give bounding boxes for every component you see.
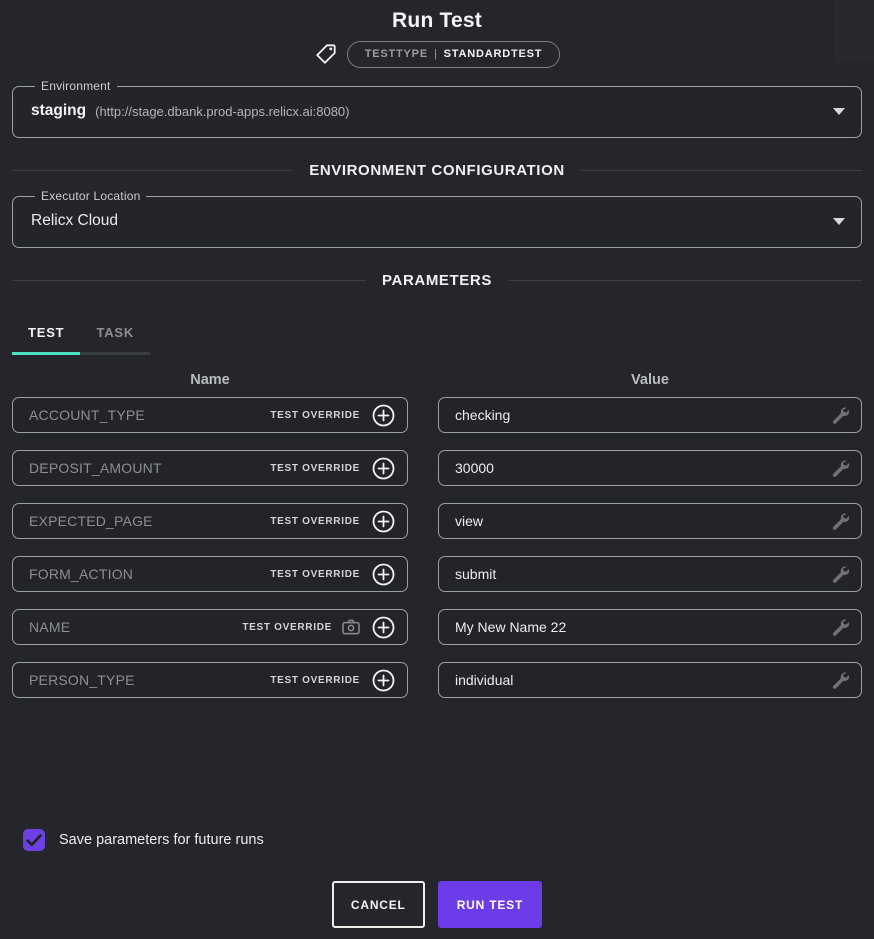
parameter-name: FORM_ACTION bbox=[29, 566, 133, 582]
add-override-icon[interactable] bbox=[372, 563, 395, 586]
add-override-icon[interactable] bbox=[372, 457, 395, 480]
parameter-value: 30000 bbox=[455, 460, 494, 476]
wrench-icon[interactable] bbox=[832, 460, 849, 477]
add-override-icon[interactable] bbox=[372, 616, 395, 639]
parameter-row: PERSON_TYPE TEST OVERRIDE individual bbox=[12, 662, 862, 698]
name-column-header: Name bbox=[12, 372, 408, 388]
wrench-icon[interactable] bbox=[832, 407, 849, 424]
tab-test[interactable]: TEST bbox=[12, 316, 80, 355]
environment-configuration-heading: ENVIRONMENT CONFIGURATION bbox=[309, 162, 565, 179]
chevron-down-icon bbox=[833, 108, 845, 115]
parameter-name: PERSON_TYPE bbox=[29, 672, 135, 688]
executor-location-select[interactable]: Executor Location Relicx Cloud bbox=[12, 189, 862, 248]
test-type-pill: TESTTYPE | STANDARDTEST bbox=[347, 41, 561, 68]
parameter-name: DEPOSIT_AMOUNT bbox=[29, 460, 162, 476]
parameters-tabs: TEST TASK bbox=[12, 316, 862, 355]
add-override-icon[interactable] bbox=[372, 404, 395, 427]
parameter-row: EXPECTED_PAGE TEST OVERRIDE view bbox=[12, 503, 862, 539]
test-type-label: TESTTYPE bbox=[365, 49, 428, 60]
override-badge: TEST OVERRIDE bbox=[242, 622, 332, 633]
parameter-value-input[interactable]: submit bbox=[438, 556, 862, 592]
override-badge: TEST OVERRIDE bbox=[270, 516, 360, 527]
executor-location-label: Executor Location bbox=[35, 189, 146, 203]
save-parameters-row: Save parameters for future runs bbox=[12, 829, 862, 851]
parameter-name: NAME bbox=[29, 619, 70, 635]
parameter-name: ACCOUNT_TYPE bbox=[29, 407, 145, 423]
environment-configuration-divider: ENVIRONMENT CONFIGURATION bbox=[12, 162, 862, 179]
wrench-icon[interactable] bbox=[832, 672, 849, 689]
override-badge: TEST OVERRIDE bbox=[270, 569, 360, 580]
value-column-header: Value bbox=[438, 372, 862, 388]
parameter-name-input[interactable]: ACCOUNT_TYPE TEST OVERRIDE bbox=[12, 397, 408, 433]
parameter-row: ACCOUNT_TYPE TEST OVERRIDE checking bbox=[12, 397, 862, 433]
executor-location-value: Relicx Cloud bbox=[31, 212, 118, 230]
parameter-value-input[interactable]: individual bbox=[438, 662, 862, 698]
parameter-rows: ACCOUNT_TYPE TEST OVERRIDE checking bbox=[12, 397, 862, 698]
parameter-value: view bbox=[455, 513, 483, 529]
chevron-down-icon bbox=[833, 218, 845, 225]
add-override-icon[interactable] bbox=[372, 510, 395, 533]
parameter-name-input[interactable]: NAME TEST OVERRIDE bbox=[12, 609, 408, 645]
table-headers: Name Value bbox=[12, 372, 862, 388]
test-type-value: STANDARDTEST bbox=[444, 49, 543, 60]
parameter-row: NAME TEST OVERRIDE bbox=[12, 609, 862, 645]
parameter-value-input[interactable]: 30000 bbox=[438, 450, 862, 486]
save-parameters-checkbox[interactable] bbox=[23, 829, 45, 851]
wrench-icon[interactable] bbox=[832, 566, 849, 583]
pill-separator: | bbox=[434, 49, 438, 60]
parameter-value-input[interactable]: checking bbox=[438, 397, 862, 433]
camera-icon[interactable] bbox=[342, 619, 360, 635]
parameter-name-input[interactable]: EXPECTED_PAGE TEST OVERRIDE bbox=[12, 503, 408, 539]
parameter-value: submit bbox=[455, 566, 496, 582]
parameter-name: EXPECTED_PAGE bbox=[29, 513, 153, 529]
parameter-value-input[interactable]: view bbox=[438, 503, 862, 539]
parameters-heading: PARAMETERS bbox=[382, 272, 492, 289]
parameter-value: checking bbox=[455, 407, 510, 423]
environment-url: (http://stage.dbank.prod-apps.relicx.ai:… bbox=[95, 104, 349, 119]
save-parameters-label: Save parameters for future runs bbox=[59, 832, 264, 848]
page-title: Run Test bbox=[12, 0, 862, 33]
tab-task[interactable]: TASK bbox=[80, 316, 150, 355]
parameters-divider: PARAMETERS bbox=[12, 272, 862, 289]
wrench-icon[interactable] bbox=[832, 619, 849, 636]
override-badge: TEST OVERRIDE bbox=[270, 463, 360, 474]
environment-label: Environment bbox=[35, 79, 117, 93]
override-badge: TEST OVERRIDE bbox=[270, 675, 360, 686]
environment-value: staging bbox=[31, 102, 86, 120]
parameter-name-input[interactable]: DEPOSIT_AMOUNT TEST OVERRIDE bbox=[12, 450, 408, 486]
run-test-dialog: Run Test TESTTYPE | STANDARDTEST Environ… bbox=[0, 0, 874, 928]
parameter-value-input[interactable]: My New Name 22 bbox=[438, 609, 862, 645]
parameter-row: FORM_ACTION TEST OVERRIDE submit bbox=[12, 556, 862, 592]
environment-select[interactable]: Environment staging (http://stage.dbank.… bbox=[12, 79, 862, 138]
parameter-name-input[interactable]: FORM_ACTION TEST OVERRIDE bbox=[12, 556, 408, 592]
run-test-button[interactable]: RUN TEST bbox=[438, 881, 542, 928]
cancel-button[interactable]: CANCEL bbox=[332, 881, 425, 928]
parameter-name-input[interactable]: PERSON_TYPE TEST OVERRIDE bbox=[12, 662, 408, 698]
parameter-row: DEPOSIT_AMOUNT TEST OVERRIDE 30000 bbox=[12, 450, 862, 486]
wrench-icon[interactable] bbox=[832, 513, 849, 530]
dialog-actions: CANCEL RUN TEST bbox=[12, 881, 862, 928]
test-type-badge-row: TESTTYPE | STANDARDTEST bbox=[12, 39, 862, 69]
parameter-value: My New Name 22 bbox=[455, 619, 566, 635]
tag-icon bbox=[314, 42, 338, 66]
add-override-icon[interactable] bbox=[372, 669, 395, 692]
override-badge: TEST OVERRIDE bbox=[270, 410, 360, 421]
parameter-value: individual bbox=[455, 672, 513, 688]
